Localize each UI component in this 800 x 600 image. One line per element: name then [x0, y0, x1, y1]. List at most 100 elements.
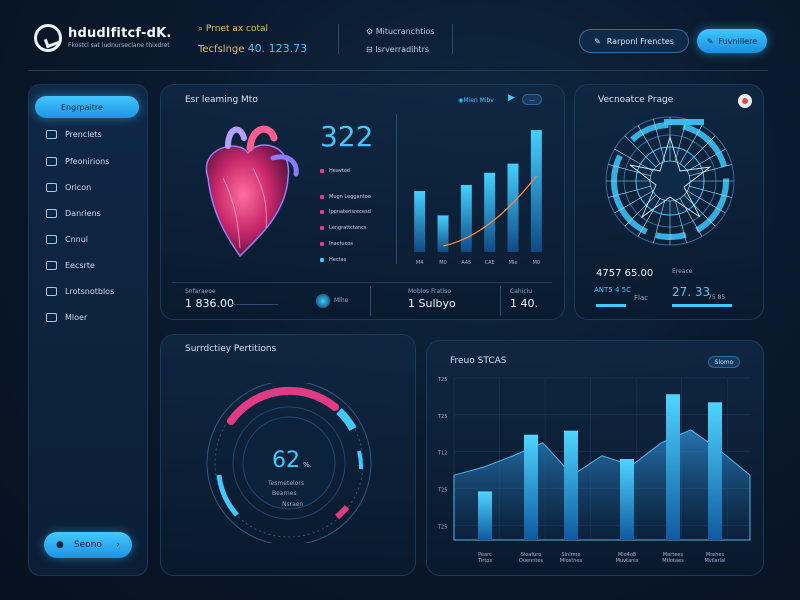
- x-tick-label: Tirtos: [477, 558, 492, 564]
- stat2-label: Mlhe: [334, 297, 349, 304]
- edit-icon: ✎: [706, 36, 714, 46]
- reports-button-label: Rarponl Frenctes: [606, 36, 674, 46]
- stat4-value: 1 40.: [510, 297, 538, 310]
- sidebar-item-label: Engrpaitre: [61, 102, 103, 112]
- legend-dot: [320, 195, 324, 199]
- legend-label: Ippnaterisrecesd: [329, 209, 371, 215]
- heart-card-separator: [172, 282, 552, 283]
- reports-button[interactable]: ✎ Rarponl Frenctes: [579, 29, 689, 53]
- header-search[interactable]: ⌕ Prnet ax cotal: [198, 24, 268, 34]
- chart-bar: [524, 434, 538, 540]
- sidebar-item-2[interactable]: Pfeonirions: [46, 157, 109, 166]
- legend-label: Inactucos: [329, 241, 353, 247]
- chart-bar: [666, 394, 680, 540]
- sidebar-item-8[interactable]: Mloer: [46, 313, 87, 322]
- legend-dot: [320, 258, 324, 262]
- shield-icon: [46, 235, 57, 244]
- chevron-right-icon: ›: [116, 540, 120, 550]
- heart-card-number: 322: [320, 120, 374, 153]
- brand-logo-icon: [34, 24, 62, 52]
- sidebar-item-label: Pfeonirions: [65, 157, 110, 166]
- sidebar-item-active[interactable]: Engrpaitre: [35, 96, 139, 118]
- x-tick-label: M0: [439, 260, 447, 266]
- radar-stat1-tag: ANT5 4 5C: [594, 286, 631, 294]
- heart-bar-chart: M4 M0 A45 CAE Mle M0: [414, 130, 542, 266]
- heart-card-filter[interactable]: ◉ Mien Mibv: [444, 94, 508, 106]
- gauge-sub1: Tesmetelors: [268, 480, 304, 487]
- radar-stat2-sub: 75 85: [708, 294, 726, 301]
- sidebar-item-3[interactable]: Oricon: [46, 183, 91, 192]
- chart-bar: [460, 184, 472, 252]
- heart-card-title: Esr leaming Mto: [185, 95, 258, 105]
- chart-bar: [507, 163, 519, 252]
- sidebar-bottom-button[interactable]: ● Seono ›: [44, 532, 132, 558]
- message-icon: [46, 287, 57, 296]
- user-icon: [46, 313, 57, 322]
- legend-dot: [320, 210, 324, 214]
- area-card-title: Freuo STCAS: [450, 356, 507, 366]
- stat1-label: Snfaraeoe: [185, 288, 216, 295]
- header-item-1-label: Mitucranchtios: [375, 27, 435, 36]
- sidebar-item-label: Cnnul: [65, 235, 89, 244]
- legend-dot: [320, 226, 324, 230]
- play-icon[interactable]: ▶: [508, 93, 515, 103]
- header-stat-value: 40. 123.73: [247, 42, 308, 55]
- chart-bar: [437, 215, 449, 252]
- header-item-2[interactable]: ⊟ Isrverradihtrs: [366, 45, 429, 54]
- legend-label: Mugn Leggantoo: [329, 194, 371, 200]
- sidebar-item-label: Danriens: [65, 209, 101, 218]
- x-tick-label: Ouenntes: [519, 558, 544, 564]
- legend-item: Hectas: [320, 257, 346, 263]
- sidebar-item-1[interactable]: Prenclets: [46, 130, 102, 139]
- legend-item: Lengrattctancs: [320, 225, 366, 231]
- document-icon: [46, 183, 57, 192]
- radar-stat2-value: 27. 33: [672, 285, 711, 299]
- sidebar-item-4[interactable]: Danriens: [46, 209, 101, 218]
- x-tick-label: CAE: [485, 260, 495, 266]
- y-tick-label: T25: [437, 414, 447, 420]
- area-card-filter-label: Slomo: [714, 358, 734, 366]
- stat4-label: Cahiciu: [510, 288, 533, 295]
- more-icon[interactable]: …: [522, 94, 542, 105]
- chart-bar: [478, 491, 492, 540]
- stat-divider: [500, 286, 501, 316]
- primary-action-button[interactable]: ✎ Fuvnlilere: [697, 29, 767, 53]
- primary-action-label: Fuvnlilere: [718, 36, 758, 46]
- header-divider: [452, 24, 453, 54]
- stat3-label: Moblos Fratlso: [408, 288, 452, 295]
- legend-dot: [320, 169, 324, 173]
- chart-bar: [484, 172, 496, 252]
- area-bar-chart: T25T25T12T25T25PearcTirtosSloafuroOuennt…: [437, 377, 751, 564]
- header-separator: [28, 70, 768, 71]
- gauge-sub2: Bearnes: [272, 490, 297, 497]
- legend-dot: [320, 242, 324, 246]
- sidebar-item-label: Lrotsnotblos: [65, 287, 115, 296]
- chart-bar: [414, 191, 426, 252]
- sidebar-item-label: Mloer: [65, 313, 88, 322]
- sidebar-item-6[interactable]: Eecsrte: [46, 261, 95, 270]
- stat3-value: 1 Sulbyo: [408, 297, 456, 310]
- x-tick-label: A45: [461, 260, 471, 266]
- gauge-value: 62%.: [272, 448, 312, 473]
- heart-card-filter-label: Mien Mibv: [463, 96, 494, 104]
- stat1-value: 1 836.00: [185, 297, 234, 310]
- sidebar-item-label: Oricon: [65, 183, 92, 192]
- stat-divider: [370, 286, 371, 316]
- legend-item: Ippnaterisrecesd: [320, 209, 371, 215]
- sidebar-item-5[interactable]: Cnnul: [46, 235, 88, 244]
- x-tick-label: Muvtanis: [616, 558, 639, 564]
- stat1-value-text: 1 836.00: [185, 297, 234, 310]
- legend-label: Heavtod: [329, 168, 351, 174]
- header-search-text: Prnet ax cotal: [205, 24, 269, 34]
- stat1-sparkline: [230, 304, 278, 305]
- header-item-1[interactable]: ⚙ Mitucranchtios: [366, 27, 435, 36]
- radar-stat1-bar: [596, 304, 626, 307]
- sidebar-item-7[interactable]: Lrotsnotblos: [46, 287, 114, 296]
- chart-bar: [564, 430, 578, 540]
- brand-title: hdudlfitcf-dK.: [68, 26, 172, 41]
- chart-bar: [530, 130, 542, 252]
- heart-illustration-icon: [205, 125, 299, 258]
- area-card-filter[interactable]: Slomo: [708, 356, 740, 368]
- header-item-2-label: Isrverradihtrs: [375, 45, 430, 54]
- gauge-value-number: 62: [272, 448, 300, 473]
